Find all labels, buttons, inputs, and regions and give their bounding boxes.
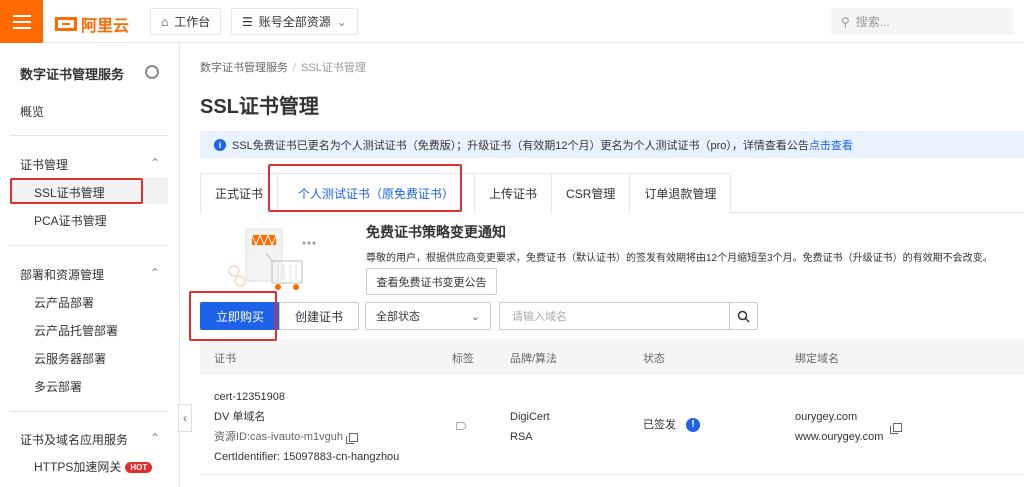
list-icon: ☰ <box>242 14 253 29</box>
tab-csr[interactable]: CSR管理 <box>551 173 631 213</box>
tab-refund[interactable]: 订单退款管理 <box>629 173 732 213</box>
group-label: 部署和资源管理 <box>20 268 105 282</box>
sidebar-title: 数字证书管理服务 <box>20 67 125 82</box>
domain-placeholder: 请输入域名 <box>512 311 567 323</box>
page-title: SSL证书管理 <box>200 96 319 118</box>
notice-banner: i SSL免费证书已更名为个人测试证书（免费版）；升级证书（有效期12个月）更名… <box>200 131 1024 158</box>
tag-icon[interactable] <box>456 422 466 430</box>
sidebar-group-cert-management[interactable]: 证书管理 ⌃ <box>20 156 160 173</box>
view-announcement-button[interactable]: 查看免费证书变更公告 <box>366 268 497 295</box>
test-cert-tab-highlight <box>268 164 462 212</box>
shopping-illustration <box>228 228 316 290</box>
resources-dropdown[interactable]: ☰ 账号全部资源 ⌄ <box>231 8 358 35</box>
sidebar-group-apps[interactable]: 证书及域名应用服务 ⌃ <box>20 431 160 448</box>
domain-search-input[interactable]: 请输入域名 <box>499 302 730 330</box>
sidebar-item-https-gateway[interactable]: HTTPS加速网关 HOT <box>34 458 153 475</box>
info-icon: i <box>214 138 226 151</box>
chevron-up-icon: ⌃ <box>149 431 160 445</box>
logo-text: 阿里云 <box>81 18 130 35</box>
sidebar-item-multicloud-deploy[interactable]: 多云部署 <box>34 378 82 395</box>
breadcrumb-current: SSL证书管理 <box>301 62 366 74</box>
table-header: 证书 标签 品牌/算法 状态 绑定域名 <box>200 339 1024 375</box>
cert-info: cert-12351908 DV 单域名 资源ID:cas-ivauto-m1v… <box>214 387 399 467</box>
header-status: 状态 <box>643 353 665 365</box>
sidebar-item-overview[interactable]: 概览 <box>20 103 44 120</box>
notice-link[interactable]: 点击查看 <box>809 137 853 153</box>
copy-icon[interactable] <box>890 423 902 434</box>
header-domain: 绑定域名 <box>795 353 839 365</box>
divider <box>10 411 168 412</box>
resources-label: 账号全部资源 <box>258 15 331 29</box>
aliyun-logo[interactable]: 阿里云 <box>55 12 129 36</box>
create-cert-button[interactable]: 创建证书 <box>279 302 359 330</box>
alert-icon[interactable]: ! <box>686 418 700 433</box>
domain-search-button[interactable] <box>729 302 758 330</box>
brand-info: DigiCert RSA <box>510 407 550 447</box>
header-cert: 证书 <box>214 353 236 365</box>
buy-button-highlight <box>189 291 277 341</box>
group-label: 证书管理 <box>20 158 69 172</box>
sidebar-item-server-deploy[interactable]: 云服务器部署 <box>34 350 106 367</box>
algorithm: RSA <box>510 431 533 443</box>
copy-icon[interactable] <box>346 432 358 444</box>
sidebar-item-pca[interactable]: PCA证书管理 <box>34 212 107 229</box>
tab-formal-cert[interactable]: 正式证书 <box>200 173 279 213</box>
chevron-up-icon: ⌃ <box>149 156 160 170</box>
resource-id: 资源ID:cas-ivauto-m1vguh <box>214 431 343 443</box>
workbench-button[interactable]: ⌂ 工作台 <box>150 8 222 35</box>
status-text: 已签发 <box>643 419 676 431</box>
status-select-value: 全部状态 <box>376 311 420 323</box>
domain-cell: ourygey.com www.ourygey.com <box>795 407 883 447</box>
divider <box>10 245 168 246</box>
search-icon: ⚲ <box>841 14 850 29</box>
domain-2: www.ourygey.com <box>795 431 884 443</box>
search-icon <box>737 310 750 323</box>
notice-text: SSL免费证书已更名为个人测试证书（免费版）；升级证书（有效期12个月）更名为个… <box>232 139 809 152</box>
chevron-up-icon: ⌃ <box>149 266 160 280</box>
status-select[interactable]: 全部状态 ⌄ <box>365 302 491 330</box>
menu-icon[interactable] <box>0 0 43 43</box>
divider <box>10 135 168 136</box>
ssl-item-highlight <box>10 178 143 204</box>
group-label: 证书及域名应用服务 <box>20 433 129 447</box>
domain-1: ourygey.com <box>795 411 858 423</box>
search-placeholder: 搜索... <box>855 15 890 29</box>
breadcrumb-root[interactable]: 数字证书管理服务 <box>200 62 288 74</box>
cert-name[interactable]: cert-12351908 <box>214 387 399 407</box>
promo-text: 尊敬的用户，根据供应商变更要求，免费证书（默认证书）的签发有效期将由12个月缩短… <box>366 253 993 264</box>
status-cell: 已签发! <box>643 415 700 435</box>
chevron-down-icon: ⌄ <box>336 14 347 29</box>
tab-upload-cert[interactable]: 上传证书 <box>474 173 553 213</box>
sidebar-item-cloud-deploy[interactable]: 云产品部署 <box>34 294 94 311</box>
sidebar: 数字证书管理服务 概览 证书管理 ⌃ SSL证书管理 PCA证书管理 部署和资源… <box>0 43 180 487</box>
item-label: HTTPS加速网关 <box>34 460 122 474</box>
workbench-label: 工作台 <box>174 15 211 29</box>
cert-type: DV 单域名 <box>214 411 266 423</box>
header-tag: 标签 <box>452 353 474 365</box>
gear-icon[interactable] <box>145 65 159 79</box>
global-search-input[interactable]: ⚲ 搜索... <box>831 8 1014 35</box>
resource-id-line: 资源ID:cas-ivauto-m1vguh <box>214 427 399 447</box>
chevron-down-icon: ⌄ <box>470 310 480 323</box>
home-icon: ⌂ <box>161 14 169 29</box>
top-navigation-bar: 阿里云 ⌂ 工作台 ☰ 账号全部资源 ⌄ ⚲ 搜索... <box>0 0 1024 43</box>
brand-name: DigiCert <box>510 411 550 423</box>
main-content: 数字证书管理服务 / SSL证书管理 SSL证书管理 i SSL免费证书已更名为个人… <box>180 43 1024 487</box>
domain-2-line: www.ourygey.com <box>795 427 883 447</box>
table-row: cert-12351908 DV 单域名 资源ID:cas-ivauto-m1v… <box>200 375 1024 475</box>
breadcrumb: 数字证书管理服务 / SSL证书管理 <box>200 62 366 74</box>
promo-title: 免费证书策略变更通知 <box>366 224 506 240</box>
hot-badge: HOT <box>125 462 153 474</box>
sidebar-group-deploy[interactable]: 部署和资源管理 ⌃ <box>20 266 160 283</box>
aliyun-logo-mark <box>55 17 77 31</box>
header-brand: 品牌/算法 <box>510 353 558 365</box>
cert-identifier: CertIdentifier: 15097883-cn-hangzhou <box>214 451 400 463</box>
sidebar-item-managed-deploy[interactable]: 云产品托管部署 <box>34 322 118 339</box>
